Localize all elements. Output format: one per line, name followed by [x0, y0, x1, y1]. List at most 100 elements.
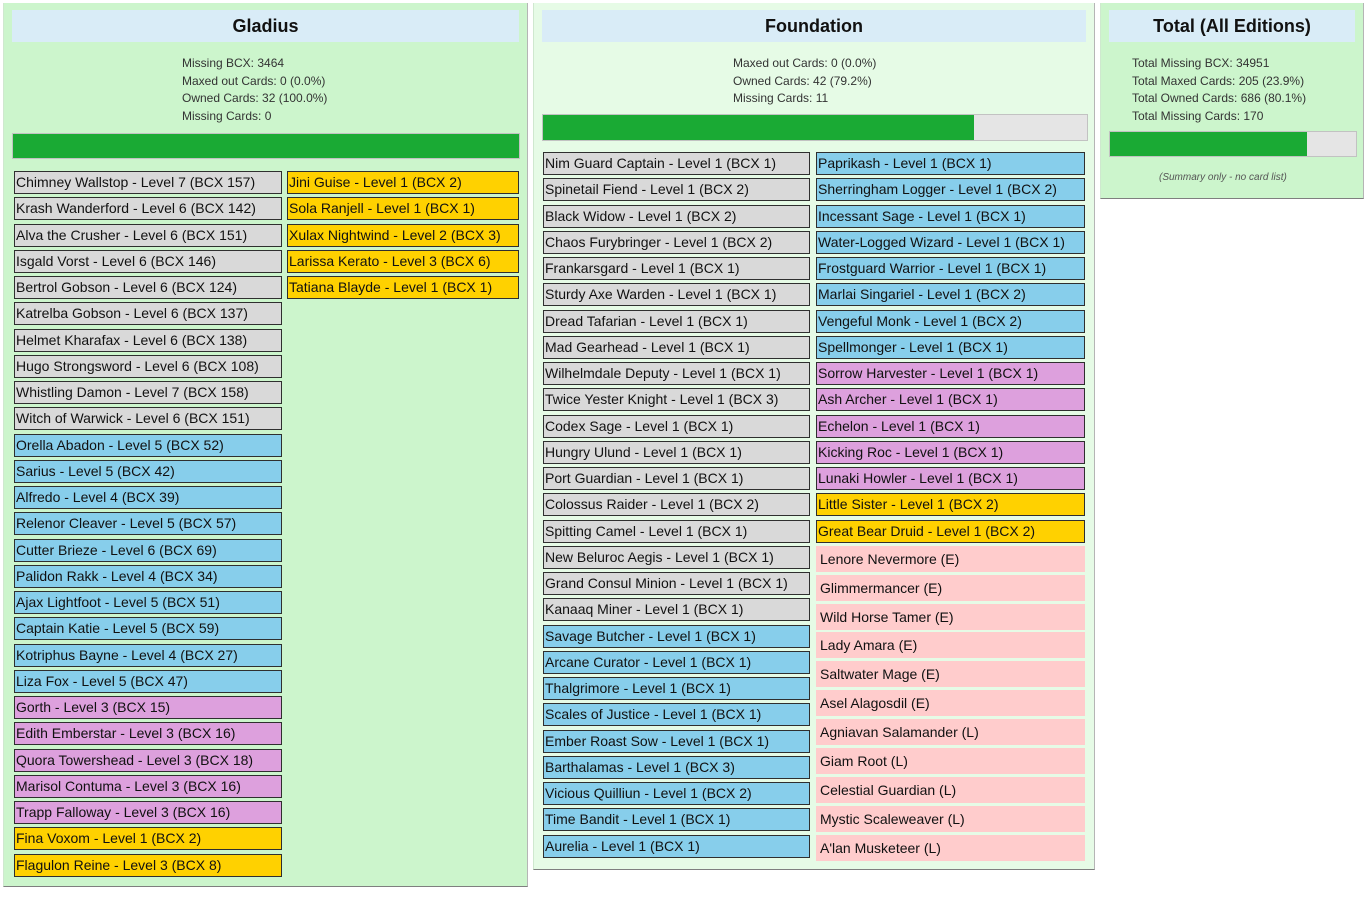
card-item[interactable]: Witch of Warwick - Level 6 (BCX 151): [14, 407, 282, 431]
card-item[interactable]: Paprikash - Level 1 (BCX 1): [816, 152, 1085, 175]
card-item[interactable]: Ember Roast Sow - Level 1 (BCX 1): [543, 729, 810, 753]
card-item[interactable]: Spinetail Fiend - Level 1 (BCX 2): [543, 178, 810, 202]
gladius-stats: Missing BCX: 3464 Maxed out Cards: 0 (0.…: [182, 55, 327, 125]
missing-card-item[interactable]: Asel Alagosdil (E): [816, 690, 1085, 717]
missing-card-item[interactable]: Lenore Nevermore (E): [816, 545, 1085, 572]
card-item[interactable]: Jini Guise - Level 1 (BCX 2): [287, 171, 519, 194]
summary-note: (Summary only - no card list): [1159, 172, 1287, 183]
gladius-card-column-1: Chimney Wallstop - Level 7 (BCX 157) Kras…: [14, 171, 282, 880]
missing-card-item[interactable]: Giam Root (L): [816, 747, 1085, 774]
missing-card-item[interactable]: Mystic Scaleweaver (L): [816, 805, 1085, 832]
total-panel: Total (All Editions) Total Missing BCX: …: [1100, 3, 1364, 199]
foundation-progress-bar: [542, 114, 1088, 141]
card-item[interactable]: Lunaki Howler - Level 1 (BCX 1): [816, 467, 1085, 490]
card-item[interactable]: Alfredo - Level 4 (BCX 39): [14, 486, 282, 509]
card-item[interactable]: Bertrol Gobson - Level 6 (BCX 124): [14, 276, 282, 299]
card-item[interactable]: Katrelba Gobson - Level 6 (BCX 137): [14, 302, 282, 326]
card-item[interactable]: Liza Fox - Level 5 (BCX 47): [14, 669, 282, 693]
foundation-panel: Foundation Maxed out Cards: 0 (0.0%) Own…: [533, 3, 1095, 870]
card-item[interactable]: Arcane Curator - Level 1 (BCX 1): [543, 650, 810, 674]
total-stats: Total Missing BCX: 34951 Total Maxed Car…: [1132, 55, 1306, 125]
card-item[interactable]: Spellmonger - Level 1 (BCX 1): [816, 335, 1085, 359]
card-item[interactable]: Savage Butcher - Level 1 (BCX 1): [543, 624, 810, 648]
card-item[interactable]: Isgald Vorst - Level 6 (BCX 146): [14, 249, 282, 273]
card-item[interactable]: Krash Wanderford - Level 6 (BCX 142): [14, 197, 282, 221]
card-item[interactable]: Scales of Justice - Level 1 (BCX 1): [543, 703, 810, 727]
foundation-card-column-2: Paprikash - Level 1 (BCX 1) Sherringham L…: [816, 152, 1085, 864]
card-item[interactable]: Captain Katie - Level 5 (BCX 59): [14, 617, 282, 641]
card-item[interactable]: Alva the Crusher - Level 6 (BCX 151): [14, 223, 282, 247]
card-item[interactable]: Little Sister - Level 1 (BCX 2): [816, 493, 1085, 517]
card-item[interactable]: Xulax Nightwind - Level 2 (BCX 3): [287, 223, 519, 247]
card-item[interactable]: Ajax Lightfoot - Level 5 (BCX 51): [14, 591, 282, 614]
card-item[interactable]: Black Widow - Level 1 (BCX 2): [543, 204, 810, 228]
card-item[interactable]: Kanaaq Miner - Level 1 (BCX 1): [543, 598, 810, 622]
card-item[interactable]: Whistling Damon - Level 7 (BCX 158): [14, 381, 282, 404]
progress-fill: [543, 115, 974, 140]
card-item[interactable]: Sarius - Level 5 (BCX 42): [14, 459, 282, 483]
stat-total-maxed-cards: Total Maxed Cards: 205 (23.9%): [1132, 73, 1305, 88]
card-item[interactable]: Dread Tafarian - Level 1 (BCX 1): [543, 309, 810, 333]
card-item[interactable]: Edith Emberstar - Level 3 (BCX 16): [14, 722, 282, 746]
missing-card-item[interactable]: Agniavan Salamander (L): [816, 719, 1085, 746]
card-item[interactable]: Cutter Brieze - Level 6 (BCX 69): [14, 538, 282, 562]
card-item[interactable]: Echelon - Level 1 (BCX 1): [816, 414, 1085, 438]
card-item[interactable]: Ash Archer - Level 1 (BCX 1): [816, 388, 1085, 412]
card-item[interactable]: Barthalamas - Level 1 (BCX 3): [543, 755, 810, 779]
card-item[interactable]: Sola Ranjell - Level 1 (BCX 1): [287, 197, 519, 221]
card-item[interactable]: Aurelia - Level 1 (BCX 1): [543, 834, 810, 858]
card-item[interactable]: Relenor Cleaver - Level 5 (BCX 57): [14, 512, 282, 536]
card-item[interactable]: Grand Consul Minion - Level 1 (BCX 1): [543, 572, 810, 595]
card-item[interactable]: Flagulon Reine - Level 3 (BCX 8): [14, 853, 282, 877]
card-item[interactable]: Frankarsgard - Level 1 (BCX 1): [543, 257, 810, 280]
stat-total-missing-bcx: Total Missing BCX: 34951: [1132, 56, 1270, 70]
stat-owned-cards: Owned Cards: 42 (79.2%): [733, 73, 872, 88]
card-item[interactable]: Helmet Kharafax - Level 6 (BCX 138): [14, 328, 282, 352]
card-item[interactable]: Sorrow Harvester - Level 1 (BCX 1): [816, 362, 1085, 385]
card-item[interactable]: Marlai Singariel - Level 1 (BCX 2): [816, 283, 1085, 307]
missing-card-item[interactable]: Saltwater Mage (E): [816, 661, 1085, 688]
card-item[interactable]: Marisol Contuma - Level 3 (BCX 16): [14, 774, 282, 798]
card-item[interactable]: Tatiana Blayde - Level 1 (BCX 1): [287, 276, 519, 299]
card-item[interactable]: Trapp Falloway - Level 3 (BCX 16): [14, 801, 282, 824]
card-item[interactable]: Orella Abadon - Level 5 (BCX 52): [14, 433, 282, 457]
missing-card-item[interactable]: Glimmermancer (E): [816, 574, 1085, 601]
card-item[interactable]: Sturdy Axe Warden - Level 1 (BCX 1): [543, 283, 810, 307]
card-item[interactable]: Vengeful Monk - Level 1 (BCX 2): [816, 309, 1085, 333]
card-item[interactable]: Chimney Wallstop - Level 7 (BCX 157): [14, 171, 282, 194]
missing-card-item[interactable]: Wild Horse Tamer (E): [816, 603, 1085, 630]
card-item[interactable]: Time Bandit - Level 1 (BCX 1): [543, 808, 810, 832]
card-item[interactable]: Vicious Quilliun - Level 1 (BCX 2): [543, 782, 810, 805]
card-item[interactable]: Quora Towershead - Level 3 (BCX 18): [14, 748, 282, 772]
card-item[interactable]: Frostguard Warrior - Level 1 (BCX 1): [816, 257, 1085, 280]
card-item[interactable]: Kicking Roc - Level 1 (BCX 1): [816, 440, 1085, 464]
card-item[interactable]: Water-Logged Wizard - Level 1 (BCX 1): [816, 230, 1085, 254]
card-item[interactable]: Port Guardian - Level 1 (BCX 1): [543, 467, 810, 490]
card-item[interactable]: Chaos Furybringer - Level 1 (BCX 2): [543, 230, 810, 254]
stat-missing-cards: Missing Cards: 11: [733, 91, 829, 105]
card-item[interactable]: Wilhelmdale Deputy - Level 1 (BCX 1): [543, 362, 810, 385]
card-item[interactable]: Spitting Camel - Level 1 (BCX 1): [543, 519, 810, 543]
card-item[interactable]: Larissa Kerato - Level 3 (BCX 6): [287, 249, 519, 273]
card-item[interactable]: Gorth - Level 3 (BCX 15): [14, 696, 282, 719]
card-item[interactable]: Fina Voxom - Level 1 (BCX 2): [14, 827, 282, 851]
card-item[interactable]: New Beluroc Aegis - Level 1 (BCX 1): [543, 545, 810, 569]
card-item[interactable]: Codex Sage - Level 1 (BCX 1): [543, 414, 810, 438]
card-item[interactable]: Nim Guard Captain - Level 1 (BCX 1): [543, 152, 810, 175]
stat-total-missing-cards: Total Missing Cards: 170: [1132, 108, 1264, 123]
card-item[interactable]: Hugo Strongsword - Level 6 (BCX 108): [14, 354, 282, 378]
missing-card-item[interactable]: A'lan Musketeer (L): [816, 834, 1085, 861]
card-item[interactable]: Mad Gearhead - Level 1 (BCX 1): [543, 335, 810, 359]
stat-total-owned-cards: Total Owned Cards: 686 (80.1%): [1132, 91, 1307, 105]
missing-card-item[interactable]: Lady Amara (E): [816, 632, 1085, 659]
card-item[interactable]: Great Bear Druid - Level 1 (BCX 2): [816, 519, 1085, 543]
card-item[interactable]: Hungry Ulund - Level 1 (BCX 1): [543, 440, 810, 464]
card-item[interactable]: Thalgrimore - Level 1 (BCX 1): [543, 677, 810, 700]
card-item[interactable]: Colossus Raider - Level 1 (BCX 2): [543, 493, 810, 517]
card-item[interactable]: Incessant Sage - Level 1 (BCX 1): [816, 204, 1085, 228]
card-item[interactable]: Kotriphus Bayne - Level 4 (BCX 27): [14, 643, 282, 667]
card-item[interactable]: Twice Yester Knight - Level 1 (BCX 3): [543, 388, 810, 412]
missing-card-item[interactable]: Celestial Guardian (L): [816, 776, 1085, 803]
card-item[interactable]: Palidon Rakk - Level 4 (BCX 34): [14, 564, 282, 588]
card-item[interactable]: Sherringham Logger - Level 1 (BCX 2): [816, 178, 1085, 202]
